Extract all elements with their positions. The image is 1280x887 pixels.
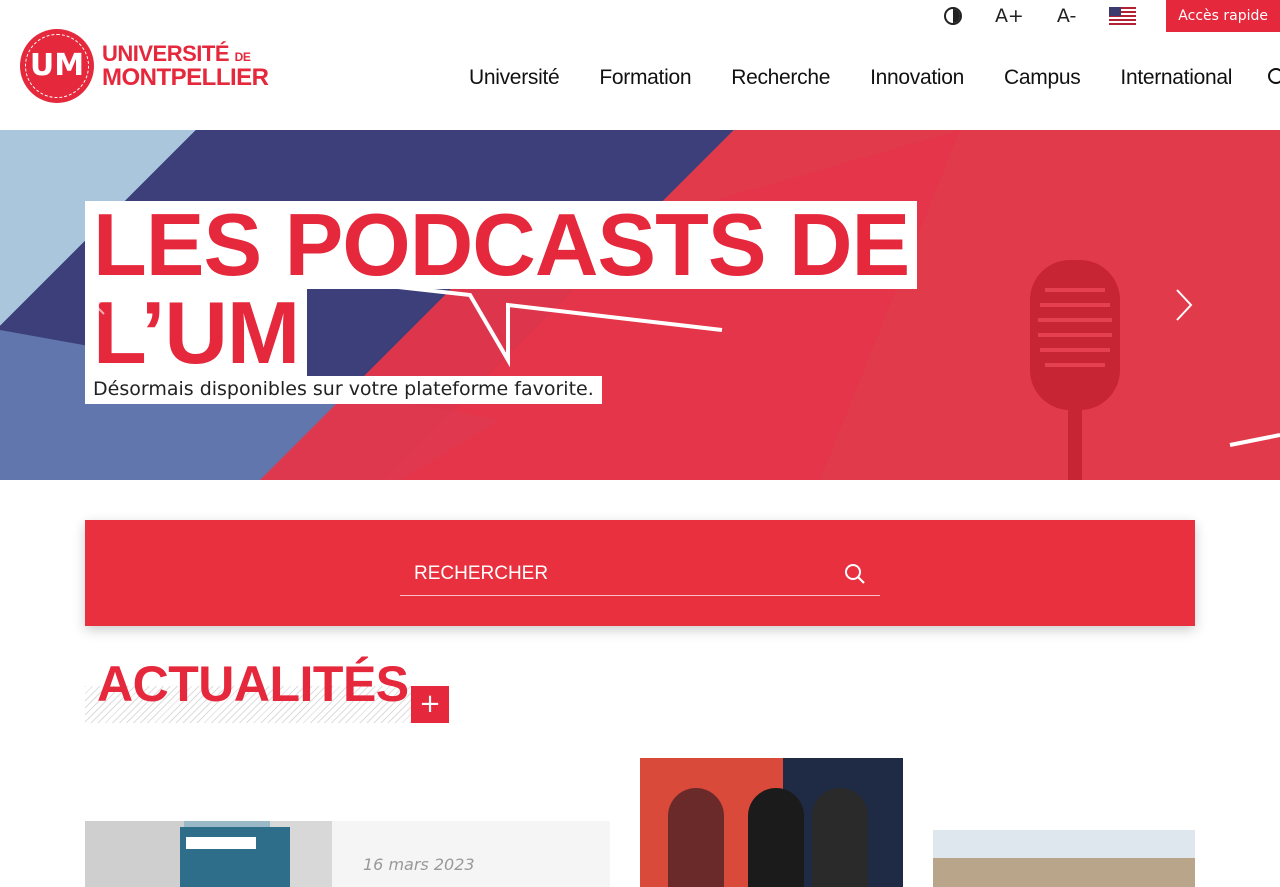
nav-innovation[interactable]: Innovation — [870, 66, 964, 90]
contrast-button[interactable] — [943, 7, 962, 25]
hero-banner[interactable]: LES PODCASTS DE L’UM Désormais disponibl… — [0, 130, 1280, 480]
chevron-left-icon[interactable] — [94, 296, 106, 316]
logo-line1: UNIVERSITÉ — [102, 40, 230, 66]
banner-title-line1: LES PODCASTS DE — [85, 201, 918, 289]
search-section — [85, 520, 1195, 626]
logo-line1-small: DE — [234, 49, 251, 64]
person-figure — [748, 788, 804, 887]
person-figure — [668, 788, 724, 887]
banner-title-line2: L’UM — [85, 289, 308, 377]
search-icon[interactable] — [844, 563, 866, 585]
font-decrease-button[interactable]: A- — [1057, 5, 1076, 27]
quick-access-button[interactable]: Accès rapide — [1166, 0, 1280, 32]
news-header: ACTUALITÉS + — [85, 655, 449, 723]
nav-formation[interactable]: Formation — [599, 66, 691, 90]
logo-line2: MONTPELLIER — [102, 63, 269, 91]
chevron-right-icon[interactable] — [1174, 288, 1194, 322]
nav-recherche[interactable]: Recherche — [731, 66, 830, 90]
main-nav: Université Formation Recherche Innovatio… — [469, 66, 1280, 90]
banner-subtitle: Désormais disponibles sur votre platefor… — [85, 376, 602, 404]
news-card-image — [85, 821, 332, 887]
university-logo[interactable]: UM UNIVERSITÉ DE MONTPELLIER — [20, 28, 269, 104]
news-more-button[interactable]: + — [411, 686, 449, 723]
banner-title: LES PODCASTS DE L’UM — [85, 201, 918, 377]
utility-bar: A+ A- Accès rapide — [943, 0, 1280, 32]
news-card-image[interactable] — [640, 758, 903, 887]
logo-seal: UM — [20, 29, 94, 103]
nav-universite[interactable]: Université — [469, 66, 560, 90]
nav-campus[interactable]: Campus — [1004, 66, 1081, 90]
font-increase-button[interactable]: A+ — [995, 5, 1024, 27]
search-field — [400, 555, 880, 596]
search-input[interactable] — [400, 555, 820, 593]
us-flag-icon[interactable] — [1109, 7, 1137, 25]
logo-text: UNIVERSITÉ DE MONTPELLIER — [102, 42, 269, 90]
logo-seal-letters: UM — [29, 48, 85, 83]
news-card-date: 16 mars 2023 — [363, 855, 475, 874]
site-header: UM UNIVERSITÉ DE MONTPELLIER A+ A- Accès… — [0, 0, 1280, 130]
search-icon[interactable] — [1267, 67, 1280, 89]
news-card[interactable]: 16 mars 2023 — [85, 821, 610, 887]
person-figure — [812, 788, 868, 887]
contrast-icon — [943, 7, 962, 25]
nav-international[interactable]: International — [1120, 66, 1232, 90]
news-card-image[interactable] — [933, 830, 1195, 887]
news-title: ACTUALITÉS — [97, 656, 409, 712]
news-card-poster — [180, 827, 290, 887]
